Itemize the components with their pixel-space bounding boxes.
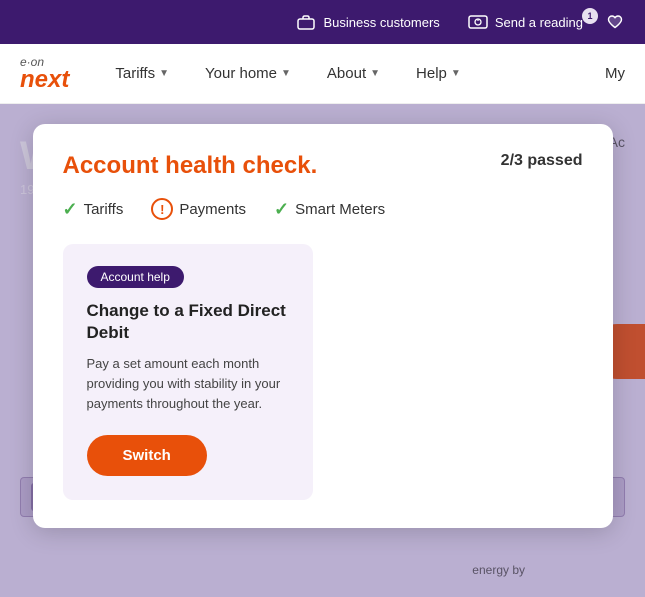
check-payments: ! Payments xyxy=(151,198,246,220)
chevron-down-icon: ▼ xyxy=(281,68,291,79)
business-customers-label: Business customers xyxy=(323,15,439,30)
check-pass-icon-2: ✓ xyxy=(274,199,289,220)
briefcase-icon xyxy=(296,12,316,32)
business-customers-link[interactable]: Business customers xyxy=(296,12,439,32)
checks-row: ✓ Tariffs ! Payments ✓ Smart Meters xyxy=(63,198,583,220)
logo-next-text: next xyxy=(20,68,69,92)
nav-item-about[interactable]: About ▼ xyxy=(321,61,386,86)
nav-bar: e·on next Tariffs ▼ Your home ▼ About ▼ … xyxy=(0,44,645,104)
nav-tariffs-label: Tariffs xyxy=(115,65,155,82)
modal-overlay: Account health check. 2/3 passed ✓ Tarif… xyxy=(0,104,645,597)
heart-icon xyxy=(605,12,625,32)
card-badge: Account help xyxy=(87,266,184,288)
send-reading-label: Send a reading xyxy=(495,15,583,30)
nav-your-home-label: Your home xyxy=(205,65,277,82)
logo[interactable]: e·on next xyxy=(20,56,69,92)
top-bar: Business customers Send a reading 1 xyxy=(0,0,645,44)
modal-header: Account health check. 2/3 passed xyxy=(63,152,583,180)
send-reading-link[interactable]: Send a reading 1 xyxy=(468,12,625,32)
nav-about-label: About xyxy=(327,65,366,82)
chevron-down-icon: ▼ xyxy=(451,68,461,79)
card-title: Change to a Fixed Direct Debit xyxy=(87,300,289,344)
nav-item-help[interactable]: Help ▼ xyxy=(410,61,467,86)
account-help-card: Account help Change to a Fixed Direct De… xyxy=(63,244,313,500)
switch-button[interactable]: Switch xyxy=(87,435,207,476)
check-tariffs-label: Tariffs xyxy=(84,201,124,218)
modal-title: Account health check. xyxy=(63,152,318,180)
check-warn-icon: ! xyxy=(151,198,173,220)
notification-badge: 1 xyxy=(582,8,598,24)
check-tariffs: ✓ Tariffs xyxy=(63,199,124,220)
nav-help-label: Help xyxy=(416,65,447,82)
card-description: Pay a set amount each month providing yo… xyxy=(87,354,289,414)
check-pass-icon: ✓ xyxy=(63,199,78,220)
check-smart-meters-label: Smart Meters xyxy=(295,201,385,218)
page-background: Wo 192 G Ac ◁ t paym payme ment is s aft… xyxy=(0,104,645,597)
nav-item-tariffs[interactable]: Tariffs ▼ xyxy=(109,61,175,86)
nav-item-your-home[interactable]: Your home ▼ xyxy=(199,61,297,86)
chevron-down-icon: ▼ xyxy=(370,68,380,79)
account-health-modal: Account health check. 2/3 passed ✓ Tarif… xyxy=(33,124,613,528)
check-payments-label: Payments xyxy=(179,201,246,218)
check-smart-meters: ✓ Smart Meters xyxy=(274,199,385,220)
nav-my-label: My xyxy=(605,65,625,82)
nav-item-my[interactable]: My xyxy=(605,65,625,82)
meter-icon xyxy=(468,12,488,32)
chevron-down-icon: ▼ xyxy=(159,68,169,79)
passed-badge: 2/3 passed xyxy=(501,152,583,170)
